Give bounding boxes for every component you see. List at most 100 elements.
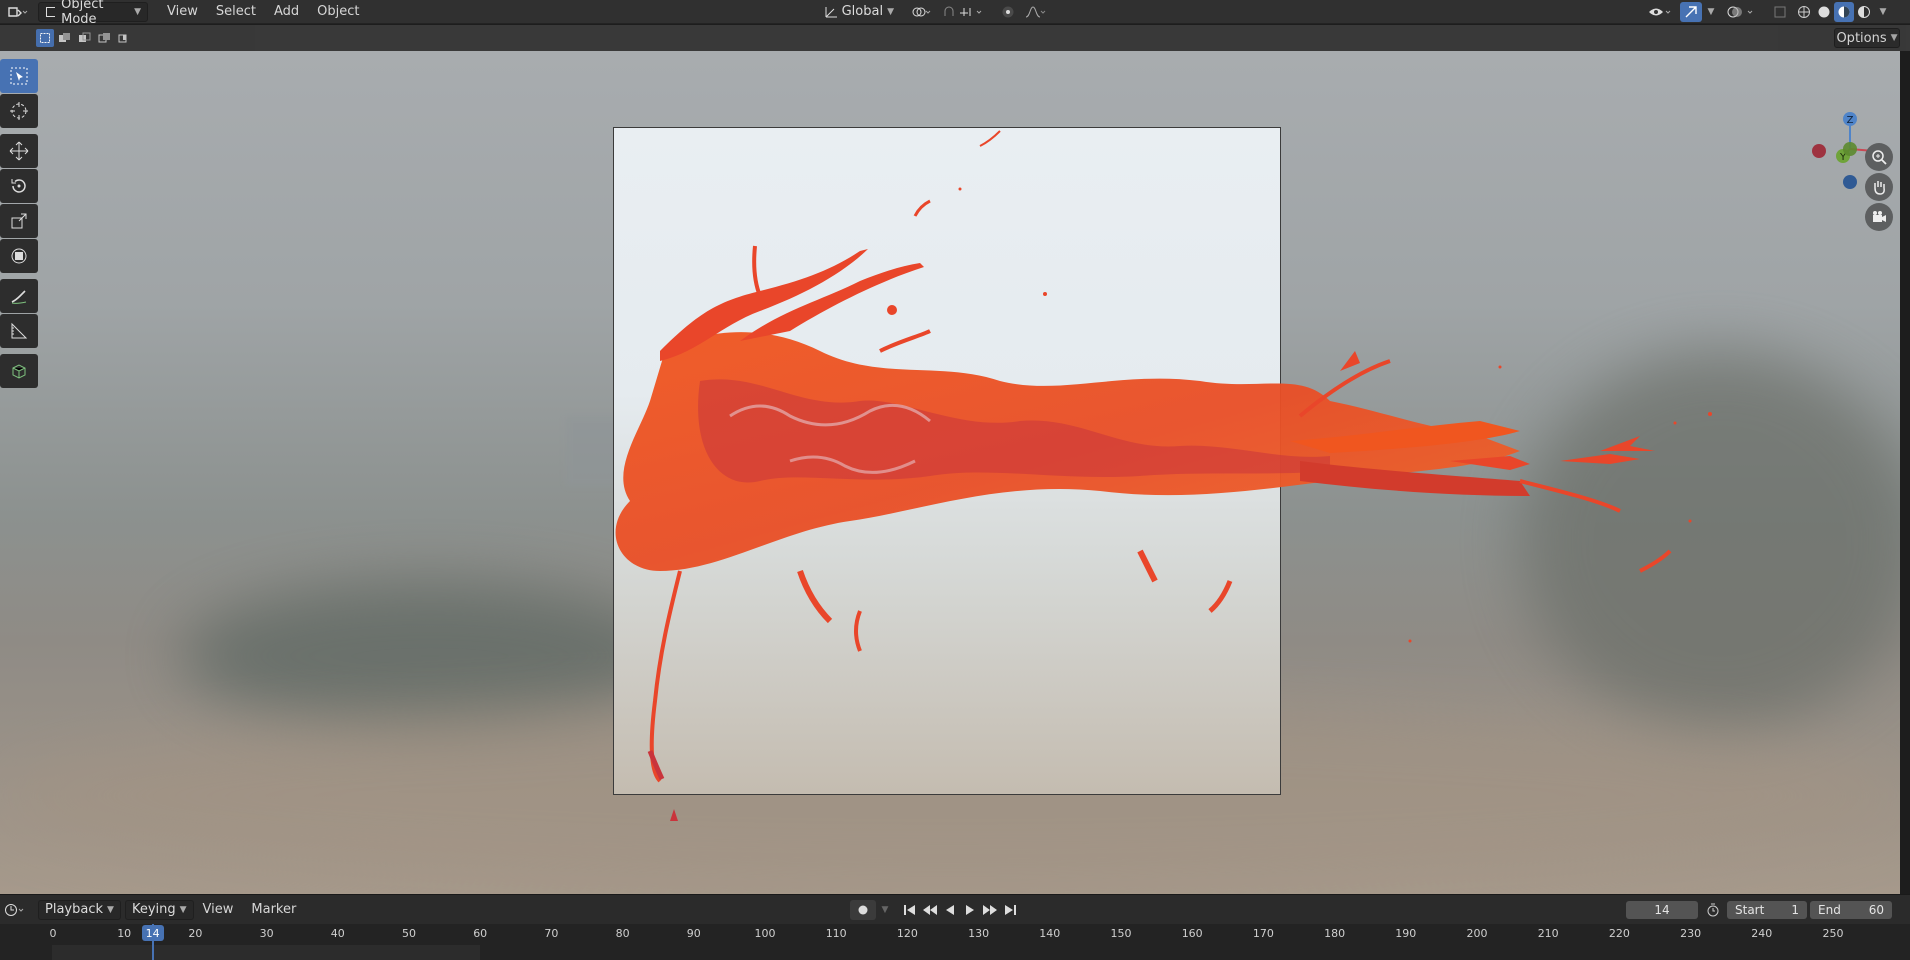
frame-tick-label: 60 xyxy=(473,927,488,940)
wireframe-sphere-icon xyxy=(1798,5,1810,18)
end-frame-field[interactable]: End 60 xyxy=(1810,900,1892,919)
play-button[interactable] xyxy=(960,900,980,920)
jump-end-icon xyxy=(1005,904,1016,915)
frame-tick-label: 0 xyxy=(49,927,57,940)
frame-tick-label: 80 xyxy=(615,927,630,940)
proportional-edit-button[interactable] xyxy=(998,2,1018,22)
camera-view-button[interactable] xyxy=(1865,203,1893,231)
jump-end-button[interactable] xyxy=(1000,900,1020,920)
shading-rendered-button[interactable] xyxy=(1854,2,1874,22)
preview-range-button[interactable] xyxy=(1703,900,1723,920)
hand-icon xyxy=(1874,181,1885,195)
stopwatch-icon xyxy=(1707,903,1719,916)
gizmo-dropdown[interactable]: ▼ xyxy=(1702,2,1716,22)
rotate-tool[interactable] xyxy=(0,169,38,203)
frame-tick-label: 160 xyxy=(1181,927,1203,940)
frame-tick-label: 120 xyxy=(896,927,918,940)
playback-controls xyxy=(900,900,1020,920)
keying-dropdown[interactable]: Keying ▼ xyxy=(124,899,194,920)
transform-tool[interactable] xyxy=(0,239,38,273)
options-dropdown[interactable]: Options ▼ xyxy=(1834,28,1900,48)
frame-tick-label: 130 xyxy=(968,927,990,940)
select-new-icon[interactable] xyxy=(36,29,54,47)
gizmo-icon xyxy=(1685,5,1697,17)
overlays-icon xyxy=(1727,6,1753,17)
material-sphere-icon xyxy=(1838,6,1850,17)
snap-button[interactable] xyxy=(940,2,990,22)
rotate-icon xyxy=(11,179,26,193)
orientation-label: Global xyxy=(841,4,884,19)
menu-add[interactable]: Add xyxy=(265,1,308,23)
snap-icon xyxy=(944,6,982,16)
editor-type-button[interactable] xyxy=(0,2,34,22)
axis-neg-x-icon[interactable] xyxy=(1812,144,1826,158)
add-cube-tool[interactable] xyxy=(0,354,38,388)
jump-start-icon xyxy=(904,904,915,915)
menu-view[interactable]: View xyxy=(158,1,207,23)
axis-neg-z-icon[interactable] xyxy=(1843,175,1857,189)
current-frame-field[interactable]: 14 xyxy=(1626,900,1698,919)
mode-dropdown[interactable]: Object Mode ▼ xyxy=(38,0,148,27)
measure-tool[interactable] xyxy=(0,314,38,348)
play-reverse-button[interactable] xyxy=(940,900,960,920)
shading-material-button[interactable] xyxy=(1834,1,1854,22)
cursor-tool[interactable] xyxy=(0,94,38,128)
select-extend-icon[interactable] xyxy=(56,29,74,47)
solid-sphere-icon xyxy=(1818,6,1830,17)
select-mode-group xyxy=(36,29,134,47)
prev-keyframe-button[interactable] xyxy=(920,900,940,920)
playhead-frame-indicator[interactable]: 14 xyxy=(141,925,164,941)
chevron-down-icon: ▼ xyxy=(179,904,187,915)
frame-tick-label: 180 xyxy=(1324,927,1346,940)
menu-select[interactable]: Select xyxy=(207,1,265,23)
select-difference-icon[interactable] xyxy=(96,29,114,47)
menu-object[interactable]: Object xyxy=(308,1,368,23)
axis-z-label: Z xyxy=(1847,115,1854,126)
start-value: 1 xyxy=(1791,902,1799,917)
frame-tick-label: 50 xyxy=(402,927,416,940)
start-label: Start xyxy=(1735,902,1765,917)
frame-tick-label: 10 xyxy=(117,927,132,940)
pan-button[interactable] xyxy=(1865,173,1893,201)
gizmo-toggle-button[interactable] xyxy=(1680,1,1702,22)
orientation-dropdown[interactable]: Global ▼ xyxy=(818,2,900,22)
falloff-button[interactable] xyxy=(1020,2,1050,22)
auto-keying-button[interactable] xyxy=(850,899,876,920)
timeline-menu-view[interactable]: View xyxy=(194,899,243,921)
editor-type-icon xyxy=(8,6,28,17)
next-keyframe-button[interactable] xyxy=(980,900,1000,920)
move-tool[interactable] xyxy=(0,134,38,168)
jump-start-button[interactable] xyxy=(900,900,920,920)
timeline-header: Playback ▼ Keying ▼ View Marker ▼ 14 Start… xyxy=(0,894,1910,924)
timeline-menu-marker[interactable]: Marker xyxy=(242,899,305,921)
frame-tick-label: 70 xyxy=(544,927,559,940)
select-intersect-icon[interactable] xyxy=(116,29,134,47)
select-box-tool[interactable] xyxy=(0,59,38,93)
zoom-button[interactable] xyxy=(1865,143,1893,171)
pivot-point-button[interactable] xyxy=(906,2,936,22)
end-value: 60 xyxy=(1868,902,1884,917)
tool-shelf xyxy=(0,59,40,389)
viewport-header: Object Mode ▼ View Select Add Object Glob… xyxy=(0,0,1910,27)
visibility-button[interactable] xyxy=(1646,2,1674,22)
ruler-icon xyxy=(11,322,28,339)
pivot-icon xyxy=(912,7,931,16)
transform-icon xyxy=(11,248,27,264)
playback-dropdown[interactable]: Playback ▼ xyxy=(38,899,121,920)
select-box-icon xyxy=(10,67,28,85)
xray-button[interactable] xyxy=(1770,2,1790,22)
chevron-down-icon: ▼ xyxy=(107,904,114,915)
shading-solid-button[interactable] xyxy=(1814,2,1834,22)
keying-set-dropdown[interactable]: ▼ xyxy=(876,900,890,920)
frame-tick-label: 40 xyxy=(330,927,345,940)
3d-viewport[interactable]: Z X Y xyxy=(0,51,1900,894)
timeline-editor-button[interactable] xyxy=(0,900,30,920)
shading-wireframe-button[interactable] xyxy=(1794,2,1814,22)
timeline-ruler[interactable]: 0 10 20 30 40 50 60 70 80 90 100 110 120 130 140 150 160… xyxy=(0,924,1910,960)
shading-dropdown[interactable]: ▼ xyxy=(1874,2,1888,22)
start-frame-field[interactable]: Start 1 xyxy=(1727,900,1807,919)
annotate-tool[interactable] xyxy=(0,279,38,313)
overlays-button[interactable] xyxy=(1724,2,1758,22)
select-subtract-icon[interactable] xyxy=(76,29,94,47)
scale-tool[interactable] xyxy=(0,204,38,238)
